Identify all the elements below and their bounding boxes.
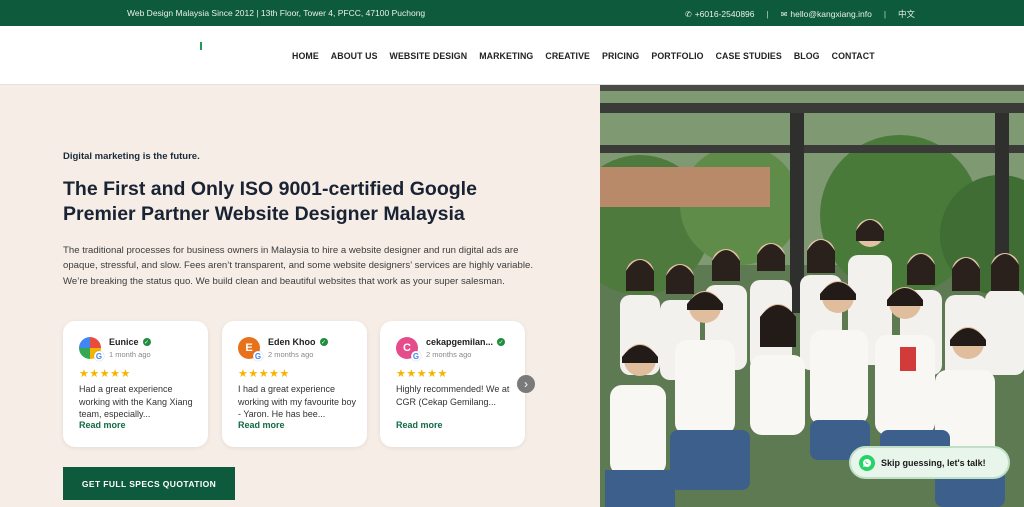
nav-creative[interactable]: CREATIVE [545, 51, 590, 61]
read-more-link[interactable]: Read more [396, 420, 443, 430]
logo-mark [200, 42, 202, 50]
carousel-next-button[interactable]: › [517, 375, 535, 393]
verified-icon: ✓ [142, 338, 151, 346]
quotation-button[interactable]: GET FULL SPECS QUOTATION [63, 467, 235, 500]
site-logo[interactable] [130, 40, 270, 72]
topbar-phone-link[interactable]: ✆ +6016-2540896 [685, 9, 755, 19]
topbar-tagline: Web Design Malaysia Since 2012 | 13th Fl… [127, 8, 426, 18]
whatsapp-icon [859, 454, 875, 471]
nav-home[interactable]: HOME [292, 51, 319, 61]
reviewer-name: Eunice ✓ [109, 337, 151, 347]
hero-headline: The First and Only ISO 9001-certified Go… [63, 178, 477, 225]
chevron-right-icon: › [524, 377, 528, 391]
nav-marketing[interactable]: MARKETING [479, 51, 533, 61]
mail-icon: ✉ [780, 10, 788, 19]
review-card[interactable]: G Eunice ✓ 1 month ago ★★★★★ Had a great … [63, 321, 208, 447]
main-navbar: HOME ABOUT US WEBSITE DESIGN MARKETING C… [0, 26, 1024, 85]
review-date: 1 month ago [109, 350, 151, 359]
verified-icon: ✓ [497, 338, 506, 346]
divider: | [766, 9, 769, 19]
whatsapp-chat-button[interactable]: Skip guessing, let's talk! [849, 446, 1010, 479]
hero-description: The traditional processes for business o… [63, 245, 533, 287]
topbar-email: hello@kangxiang.info [790, 9, 872, 19]
topbar-phone: +6016-2540896 [694, 9, 755, 19]
team-photo-illustration [600, 85, 1024, 507]
team-photo [600, 85, 1024, 507]
nav-about-us[interactable]: ABOUT US [331, 51, 378, 61]
star-rating: ★★★★★ [79, 368, 131, 380]
chat-label: Skip guessing, let's talk! [881, 457, 986, 468]
language-switch[interactable]: 中文 [898, 8, 915, 20]
google-icon: G [253, 351, 263, 361]
whatsapp-icon: ✆ [685, 10, 692, 19]
star-rating: ★★★★★ [396, 368, 448, 380]
review-text: Highly recommended! We at CGR (Cekap Gem… [396, 384, 510, 407]
top-info-bar: Web Design Malaysia Since 2012 | 13th Fl… [0, 0, 1024, 26]
read-more-link[interactable]: Read more [79, 420, 126, 430]
review-date: 2 months ago [426, 350, 472, 359]
nav-case-studies[interactable]: CASE STUDIES [716, 51, 782, 61]
divider: | [883, 9, 887, 19]
verified-icon: ✓ [319, 338, 328, 346]
nav-contact[interactable]: CONTACT [832, 51, 875, 61]
topbar-contacts: ✆ +6016-2540896 | ✉ hello@kangxiang.info |… [685, 8, 915, 20]
nav-blog[interactable]: BLOG [794, 51, 820, 61]
reviewer-name: cekapgemilan... ✓ [426, 337, 506, 347]
google-icon: G [411, 351, 421, 361]
hero-eyebrow: Digital marketing is the future. [63, 151, 200, 162]
main-nav: HOME ABOUT US WEBSITE DESIGN MARKETING C… [292, 51, 875, 61]
review-card[interactable]: C G cekapgemilan... ✓ 2 months ago ★★★★★ … [380, 321, 525, 447]
review-text: I had a great experience working with my… [238, 384, 357, 419]
star-rating: ★★★★★ [238, 368, 290, 380]
read-more-link[interactable]: Read more [238, 420, 285, 430]
nav-website-design[interactable]: WEBSITE DESIGN [390, 51, 468, 61]
review-card[interactable]: E G Eden Khoo ✓ 2 months ago ★★★★★ I had … [222, 321, 367, 447]
nav-portfolio[interactable]: PORTFOLIO [651, 51, 703, 61]
review-date: 2 months ago [268, 350, 314, 359]
review-text: Had a great experience working with the … [79, 384, 193, 419]
nav-pricing[interactable]: PRICING [602, 51, 639, 61]
topbar-email-link[interactable]: ✉ hello@kangxiang.info [781, 9, 872, 19]
reviewer-name: Eden Khoo ✓ [268, 337, 328, 347]
google-icon: G [94, 351, 104, 361]
